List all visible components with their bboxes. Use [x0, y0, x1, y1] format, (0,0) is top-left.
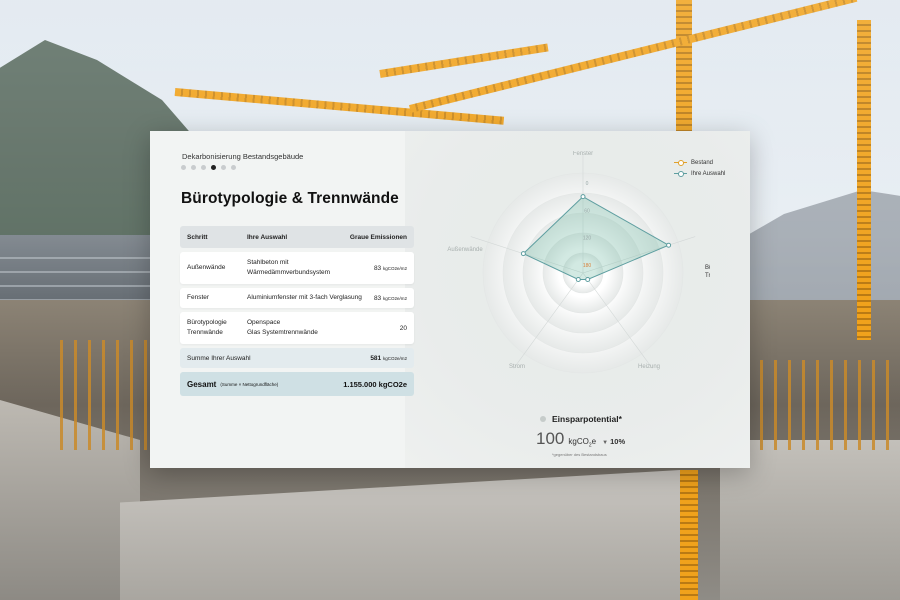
emission-cell: 20 [343, 325, 407, 332]
table-row[interactable]: Außenwände Stahlbeton mit Wärmedämmverbu… [180, 252, 414, 284]
table-row[interactable]: Fenster Aluminiumfenster mit 3-fach Verg… [180, 288, 414, 308]
column-header: Graue Emissionen [349, 233, 407, 241]
radar-axis-label: Heizung [638, 364, 660, 370]
emissions-table: Schritt Ihre Auswahl Graue Emissionen Au… [180, 226, 414, 396]
step-cell: Fenster [187, 294, 210, 301]
savings-heading: Einsparpotential* [540, 414, 622, 424]
savings-value: 100 kgCO2e ▼ 10% [536, 429, 625, 449]
radar-axis-label: Fenster [573, 151, 593, 157]
breadcrumb: Dekarbonisierung Bestandsgebäude [182, 152, 304, 161]
choice-line: Stahlbeton mit [247, 259, 289, 266]
emission-unit: kgCO2e/m2 [382, 295, 407, 301]
radar-point [585, 276, 591, 282]
step-cell: Außenwände [187, 264, 226, 271]
total-value: 1.155.000 kgCO2e [343, 379, 407, 389]
step-dot[interactable] [221, 165, 226, 170]
choice-cell: Openspace Glas Systemtrennwände [247, 318, 343, 338]
step-dot[interactable] [181, 165, 186, 170]
savings-number: 100 [536, 429, 565, 448]
step-dot[interactable] [201, 165, 206, 170]
step-indicator [181, 165, 236, 170]
savings-heading-text: Einsparpotential* [552, 414, 622, 424]
radar-axis-label: Strom [509, 364, 525, 370]
radar-chart: 0 60 120 180 Fenster Bürotypologie & Trennwänd… [447, 151, 710, 374]
emission-value: 20 [399, 324, 407, 332]
unit-suffix: e [591, 437, 597, 446]
radar-axis-label: Trennwände [705, 273, 710, 279]
radar-axis-label: Außenwände [447, 247, 483, 253]
step-line: Bürotypologie [187, 319, 227, 326]
emission-cell: 83 kgCO2e/m2 [367, 295, 407, 302]
choice-cell: Stahlbeton mit Wärmedämmverbundsystem [247, 258, 343, 278]
radar-point [520, 251, 526, 257]
choice-line: Openspace [247, 319, 281, 326]
savings-unit: kgCO2e [568, 437, 596, 449]
choice-cell: Aluminiumfenster mit 3-fach Verglasung [247, 294, 362, 301]
choice-line: Glas Systemtrennwände [247, 329, 318, 336]
sum-row: Summe Ihrer Auswahl 581 kgCO2e/m2 [180, 348, 414, 368]
radar-point [580, 194, 586, 200]
page-title: Bürotypologie & Trennwände [181, 190, 399, 207]
emission-unit: kgCO2e/m2 [382, 265, 407, 271]
choice-line: Wärmedämmverbundsystem [247, 269, 331, 276]
emission-value: 83 [373, 294, 382, 302]
total-label: Gesamt [187, 379, 217, 389]
radar-point [575, 276, 581, 282]
step-dot-active[interactable] [211, 165, 216, 170]
column-header: Schritt [187, 233, 208, 241]
savings-percent-value: 10% [610, 437, 626, 446]
sum-label: Summe Ihrer Auswahl [187, 354, 251, 362]
total-sublabel: (Summe × Nettogrundfläche) [220, 381, 279, 387]
radar-tick-label: 0 [586, 181, 589, 187]
down-arrow-icon: ▼ [602, 440, 609, 446]
radar-tick-label: 60 [584, 208, 590, 214]
table-header: Schritt Ihre Auswahl Graue Emissionen [180, 226, 414, 248]
savings-percent: ▼ 10% [602, 437, 625, 446]
table-row[interactable]: Bürotypologie Trennwände Openspace Glas … [180, 312, 414, 344]
column-header: Ihre Auswahl [247, 233, 288, 241]
radar-tick-label: 120 [583, 236, 592, 242]
emissions-panel: Dekarbonisierung Bestandsgebäude Bürotyp… [150, 131, 750, 468]
radar-tick-label: 180 [583, 263, 592, 269]
radar-point [666, 242, 672, 248]
step-dot[interactable] [231, 165, 236, 170]
step-cell: Bürotypologie Trennwände [187, 318, 247, 338]
step-line: Trennwände [187, 329, 223, 336]
step-dot[interactable] [191, 165, 196, 170]
radar-axis-label: Bürotypologie & [705, 265, 710, 271]
savings-dot-icon [540, 416, 546, 422]
total-row: Gesamt (Summe × Nettogrundfläche) 1.155.… [180, 372, 414, 396]
emission-cell: 83 kgCO2e/m2 [343, 265, 407, 272]
sum-unit: kgCO2e/m2 [382, 355, 407, 361]
sum-value: 581 [370, 354, 382, 362]
savings-footnote: *gegenüber des Bestandsbaus [552, 452, 607, 457]
emission-value: 83 [373, 264, 382, 272]
unit-prefix: kgCO [568, 437, 589, 446]
